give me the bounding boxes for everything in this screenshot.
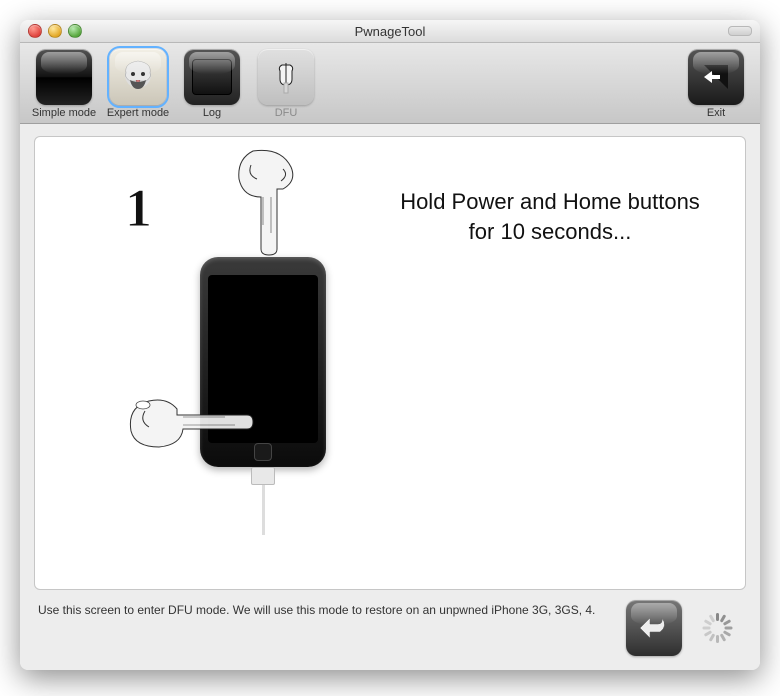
pointing-hand-icon: [266, 57, 306, 97]
step-number: 1: [125, 177, 152, 239]
exit-icon: [688, 49, 744, 105]
dfu-illustration: 1: [35, 137, 375, 589]
window-title: PwnageTool: [20, 24, 760, 39]
simple-mode-label: Simple mode: [32, 107, 96, 119]
exit-label: Exit: [707, 107, 725, 119]
back-arrow-icon: [636, 610, 672, 646]
simple-mode-icon: [36, 49, 92, 105]
titlebar: PwnageTool: [20, 20, 760, 43]
activity-spinner-icon: [702, 612, 734, 644]
exit-arrow-icon: [698, 59, 734, 95]
dfu-icon: [258, 49, 314, 105]
footer: Use this screen to enter DFU mode. We wi…: [34, 590, 746, 660]
pointing-hand-side-icon: [125, 387, 255, 457]
app-window: PwnageTool Simple mode Expert mode: [20, 20, 760, 670]
footer-hint-text: Use this screen to enter DFU mode. We wi…: [38, 600, 614, 618]
usb-cable-illustration: [255, 467, 271, 527]
simple-mode-button[interactable]: Simple mode: [30, 49, 98, 119]
log-label: Log: [203, 107, 221, 119]
expert-mode-button[interactable]: Expert mode: [104, 49, 172, 119]
dfu-label: DFU: [275, 107, 298, 119]
dfu-panel: 1: [34, 136, 746, 590]
close-window-button[interactable]: [28, 24, 42, 38]
expert-mode-label: Expert mode: [107, 107, 169, 119]
window-controls: [28, 24, 82, 38]
exit-button[interactable]: Exit: [682, 49, 750, 119]
back-button[interactable]: [626, 600, 682, 656]
instruction-text: Hold Power and Home buttons for 10 secon…: [375, 137, 745, 246]
toolbar: Simple mode Expert mode Log: [20, 43, 760, 124]
log-icon: [184, 49, 240, 105]
log-button[interactable]: Log: [178, 49, 246, 119]
content-area: 1: [20, 124, 760, 670]
toolbar-toggle-button[interactable]: [728, 26, 752, 36]
dfu-button[interactable]: DFU: [252, 49, 320, 119]
pointing-hand-top-icon: [223, 145, 313, 257]
zoom-window-button[interactable]: [68, 24, 82, 38]
minimize-window-button[interactable]: [48, 24, 62, 38]
expert-mode-icon: [110, 49, 166, 105]
einstein-icon: [116, 55, 160, 99]
